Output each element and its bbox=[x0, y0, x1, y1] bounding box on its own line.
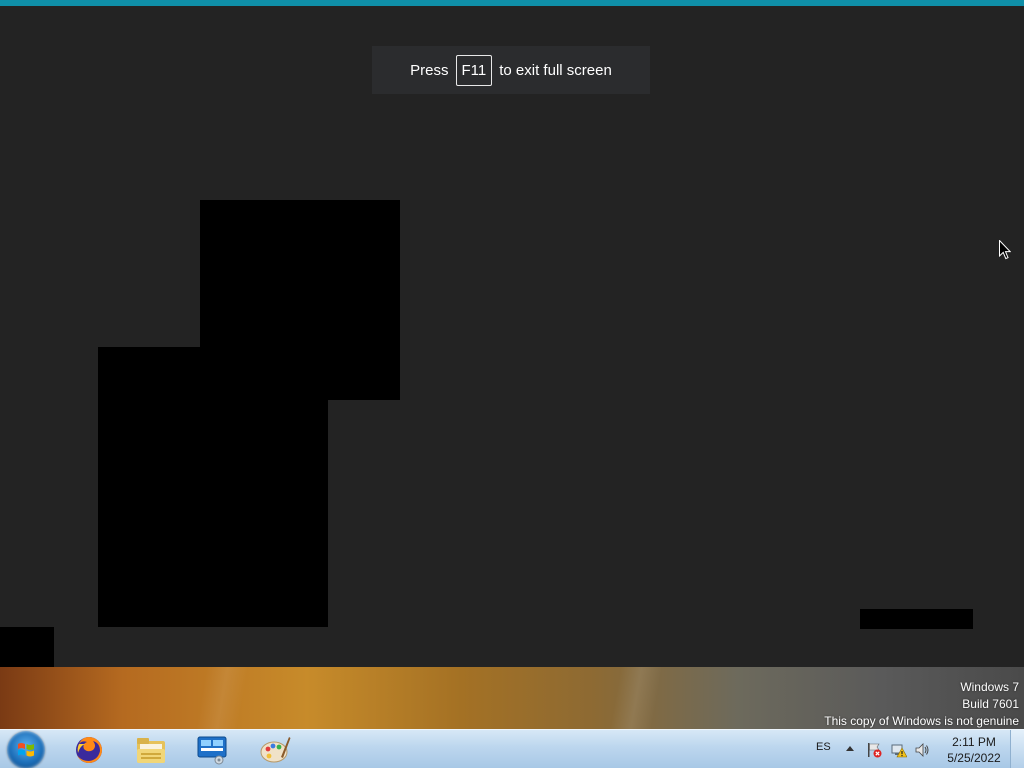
mouse-cursor-icon bbox=[999, 240, 1011, 260]
taskbar: ES 2:11 PM 5/25/2022 bbox=[0, 729, 1024, 768]
volume-speaker-icon[interactable] bbox=[914, 742, 930, 758]
clock-time: 2:11 PM bbox=[952, 735, 996, 749]
start-button[interactable] bbox=[7, 731, 45, 768]
firefox-taskbar-button[interactable] bbox=[65, 732, 113, 767]
windows-logo-icon bbox=[18, 743, 34, 757]
control-panel-icon bbox=[197, 736, 227, 764]
watermark-genuine-notice: This copy of Windows is not genuine bbox=[824, 714, 1019, 728]
watermark-os: Windows 7 bbox=[960, 680, 1019, 694]
folder-icon bbox=[137, 737, 165, 763]
show-desktop-button[interactable] bbox=[1010, 730, 1024, 768]
black-panel-right bbox=[860, 609, 973, 629]
show-hidden-icons-icon[interactable] bbox=[846, 746, 854, 751]
firefox-icon bbox=[76, 736, 102, 763]
fullscreen-notice-prefix: Press bbox=[410, 61, 449, 79]
f11-key-label: F11 bbox=[455, 54, 493, 86]
action-center-flag-icon[interactable] bbox=[866, 742, 882, 758]
system-clock[interactable]: 2:11 PM 5/25/2022 bbox=[944, 734, 1004, 766]
fullscreen-notice-suffix: to exit full screen bbox=[499, 61, 612, 79]
clock-date: 5/25/2022 bbox=[947, 751, 1001, 765]
windows-watermark: Windows 7 Build 7601 This copy of Window… bbox=[824, 679, 1019, 730]
file-explorer-taskbar-button[interactable] bbox=[127, 732, 175, 767]
desktop-screen: Press F11 to exit full screen Windows 7 … bbox=[0, 0, 1024, 768]
fullscreen-notice: Press F11 to exit full screen bbox=[372, 46, 650, 94]
paint-palette-icon bbox=[260, 736, 291, 762]
paint-taskbar-button[interactable] bbox=[251, 732, 299, 767]
control-panel-taskbar-button[interactable] bbox=[188, 732, 236, 767]
network-warning-icon[interactable] bbox=[891, 742, 907, 758]
black-panel-corner bbox=[0, 627, 54, 667]
language-indicator[interactable]: ES bbox=[816, 741, 831, 753]
browser-accent-bar bbox=[0, 0, 1024, 6]
watermark-build: Build 7601 bbox=[962, 697, 1019, 711]
black-panel-lower bbox=[98, 347, 328, 627]
